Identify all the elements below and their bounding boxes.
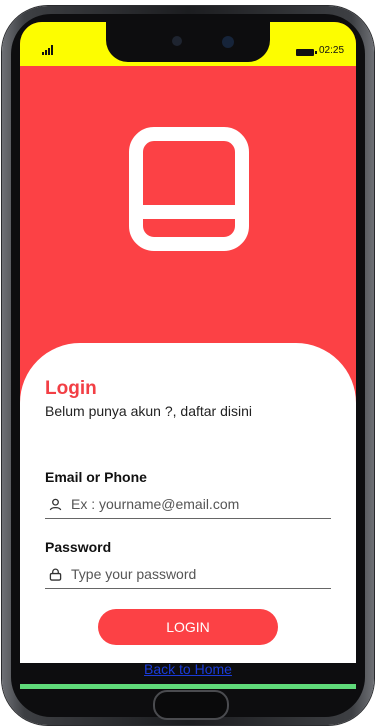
login-button[interactable]: LOGIN bbox=[98, 609, 278, 645]
lock-icon bbox=[49, 568, 62, 581]
email-field[interactable] bbox=[45, 490, 331, 519]
battery-icon bbox=[296, 49, 317, 56]
email-input[interactable] bbox=[71, 496, 331, 512]
back-to-home-link[interactable]: Back to Home bbox=[0, 661, 376, 677]
password-label: Password bbox=[45, 539, 112, 555]
signal-icon bbox=[42, 45, 53, 55]
bottom-strip bbox=[20, 684, 356, 689]
front-camera bbox=[222, 36, 234, 48]
password-input[interactable] bbox=[71, 566, 331, 582]
login-title: Login bbox=[45, 378, 97, 399]
status-time: 02:25 bbox=[319, 45, 345, 56]
app-logo-icon bbox=[129, 127, 249, 251]
password-field[interactable] bbox=[45, 560, 331, 589]
user-icon bbox=[49, 498, 62, 510]
sensor-dot bbox=[172, 36, 182, 46]
camera-notch bbox=[106, 22, 270, 62]
register-prompt: Belum punya akun ?, daftar disini bbox=[45, 403, 253, 419]
email-label: Email or Phone bbox=[45, 469, 147, 485]
home-button[interactable] bbox=[153, 690, 229, 720]
